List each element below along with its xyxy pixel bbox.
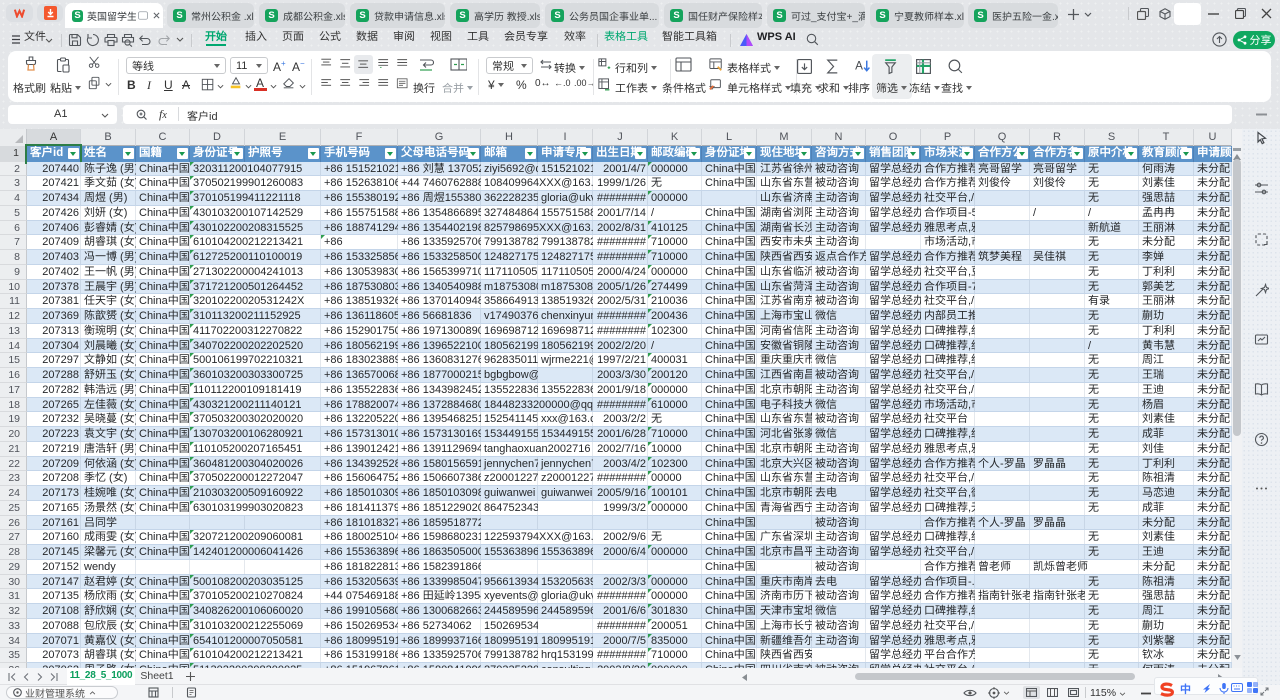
svg-text:A: A	[855, 60, 863, 73]
